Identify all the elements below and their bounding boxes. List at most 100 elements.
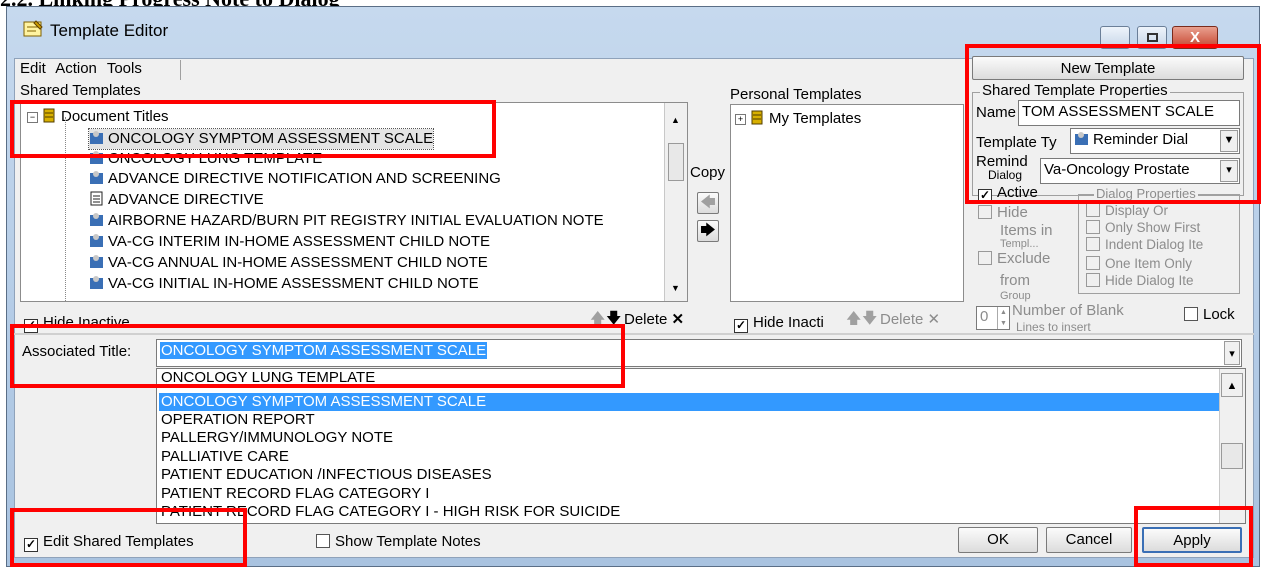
dropdown-option[interactable]: PATIENT RECORD FLAG CATEGORY I xyxy=(159,485,429,503)
checkbox-disabled-icon[interactable] xyxy=(978,251,992,265)
checkbox-checked-icon[interactable]: ✓ xyxy=(24,538,38,552)
dropdown-option[interactable]: OPERATION REPORT xyxy=(159,411,315,429)
checkbox-disabled-icon[interactable] xyxy=(1086,256,1100,270)
reminder-dialog-icon xyxy=(1074,131,1089,146)
menu-divider xyxy=(180,60,181,80)
tree-item-oncology-lung[interactable]: ONCOLOGY LUNG TEMPLATE xyxy=(89,149,322,169)
blank-lines-label-2: Lines to insert xyxy=(1016,320,1091,334)
personal-templates-tree[interactable]: + My Templates xyxy=(730,104,964,302)
dropdown-option[interactable]: PATIENT RECORD FLAG CATEGORY I - HIGH RI… xyxy=(159,503,620,521)
copy-label: Copy xyxy=(690,164,726,181)
checkbox-unchecked-icon[interactable] xyxy=(1184,307,1198,321)
active-checkbox[interactable]: ✓ Active xyxy=(978,184,1038,203)
personal-hide-inactive[interactable]: ✓ Hide Inacti xyxy=(734,314,824,333)
name-input[interactable]: TOM ASSESSMENT SCALE xyxy=(1018,100,1240,126)
checkbox-unchecked-icon[interactable] xyxy=(316,534,330,548)
shared-tree-scrollbar[interactable]: ▲ ▼ xyxy=(664,103,687,301)
blank-lines-spinner[interactable]: 0 ▲ ▼ xyxy=(976,306,1010,330)
close-button[interactable]: X xyxy=(1172,26,1218,49)
shared-hide-inactive[interactable]: ✓ Hide Inactive xyxy=(24,314,130,333)
chevron-down-icon[interactable]: ▼ xyxy=(1220,130,1238,152)
reminder-dialog-select[interactable]: Va-Oncology Prostate ▾ xyxy=(1040,158,1240,184)
dropdown-scrollbar[interactable]: ▲ xyxy=(1219,369,1245,523)
exclude-checkbox[interactable]: Exclude xyxy=(978,250,1050,267)
checkbox-disabled-icon[interactable] xyxy=(1086,220,1100,234)
restore-button[interactable] xyxy=(1137,26,1167,49)
tree-root-my-templates[interactable]: + My Templates xyxy=(735,109,861,129)
associated-title-select[interactable]: ONCOLOGY SYMPTOM ASSESSMENT SCALE ▾ xyxy=(156,339,1242,367)
tree-item-airborne-hazard[interactable]: AIRBORNE HAZARD/BURN PIT REGISTRY INITIA… xyxy=(89,211,604,231)
shared-templates-label: Shared Templates xyxy=(20,82,141,99)
chevron-down-icon[interactable]: ▾ xyxy=(1220,160,1238,182)
tree-item-oncology-symptom[interactable]: ONCOLOGY SYMPTOM ASSESSMENT SCALE xyxy=(87,128,435,150)
ok-button[interactable]: OK xyxy=(958,527,1038,553)
personal-delete-button[interactable]: Delete ✕ xyxy=(880,310,940,328)
tree-item-advance-directive-notification[interactable]: ADVANCE DIRECTIVE NOTIFICATION AND SCREE… xyxy=(89,169,501,189)
name-label: Name xyxy=(976,104,1017,121)
new-template-button[interactable]: New Template xyxy=(972,56,1244,80)
dropdown-option-selected[interactable]: ONCOLOGY SYMPTOM ASSESSMENT SCALE xyxy=(159,393,1221,411)
reminder-dialog-icon xyxy=(89,170,104,185)
dropdown-option[interactable]: PATIENT EDUCATION /INFECTIOUS DISEASES xyxy=(159,466,492,484)
scroll-thumb[interactable] xyxy=(668,143,684,181)
one-item-only-checkbox[interactable]: One Item Only xyxy=(1086,256,1192,271)
expand-icon[interactable]: + xyxy=(735,114,746,125)
dropdown-option[interactable]: ONCOLOGY LUNG TEMPLATE xyxy=(159,369,375,387)
cancel-button[interactable]: Cancel xyxy=(1046,527,1132,553)
scroll-up-icon[interactable]: ▲ xyxy=(1221,373,1243,397)
collapse-icon[interactable]: − xyxy=(27,112,38,123)
show-template-notes-checkbox[interactable]: Show Template Notes xyxy=(316,533,481,550)
menu-edit[interactable]: Edit xyxy=(20,60,46,77)
tree-item-advance-directive[interactable]: ADVANCE DIRECTIVE xyxy=(89,190,264,210)
copy-right-button[interactable]: 🡆 xyxy=(697,220,719,242)
tree-item-va-cg-initial[interactable]: VA-CG INITIAL IN-HOME ASSESSMENT CHILD N… xyxy=(89,274,479,294)
checkbox-disabled-icon[interactable] xyxy=(1086,273,1100,287)
scroll-down-icon[interactable]: ▼ xyxy=(671,283,680,293)
checkbox-disabled-icon[interactable] xyxy=(978,205,992,219)
shared-delete-button[interactable]: Delete ✕ xyxy=(624,310,684,328)
exclude-label-2: from xyxy=(1000,272,1030,289)
dropdown-option[interactable]: PALLIATIVE CARE xyxy=(159,448,289,466)
scroll-thumb[interactable] xyxy=(1221,443,1243,469)
edit-shared-templates-checkbox[interactable]: ✓ Edit Shared Templates xyxy=(24,533,194,552)
only-show-first-checkbox[interactable]: Only Show First xyxy=(1086,220,1200,235)
minimize-button[interactable] xyxy=(1100,26,1130,49)
delete-x-icon: ✕ xyxy=(671,311,685,328)
checkbox-checked-icon[interactable]: ✓ xyxy=(24,319,38,333)
drawer-icon xyxy=(750,110,765,125)
move-up-icon[interactable]: 🡅 xyxy=(590,308,605,333)
menu-bar: Edit Action Tools xyxy=(20,60,148,77)
shared-templates-tree[interactable]: − Document Titles ONCOLOGY SYMPTOM ASSESS… xyxy=(20,102,688,302)
exclude-label-3: Group xyxy=(1000,290,1031,302)
menu-action[interactable]: Action xyxy=(55,60,97,77)
tree-root-document-titles[interactable]: − Document Titles xyxy=(27,107,169,127)
copy-left-button[interactable]: 🡄 xyxy=(697,192,719,214)
dropdown-option[interactable]: PALLERGY/IMMUNOLOGY NOTE xyxy=(159,429,393,447)
indent-dialog-checkbox[interactable]: Indent Dialog Ite xyxy=(1086,237,1203,252)
window-title: Template Editor xyxy=(50,21,169,40)
checkbox-disabled-icon[interactable] xyxy=(1086,203,1100,217)
tree-item-va-cg-interim[interactable]: VA-CG INTERIM IN-HOME ASSESSMENT CHILD N… xyxy=(89,232,490,252)
template-type-select[interactable]: Reminder Dial ▼ xyxy=(1070,128,1240,154)
properties-group-label: Shared Template Properties xyxy=(980,82,1170,99)
personal-move-down-icon[interactable]: 🡇 xyxy=(862,308,877,333)
chevron-down-icon[interactable]: ▾ xyxy=(1224,341,1240,365)
hide-items-checkbox[interactable]: Hide xyxy=(978,204,1028,221)
scroll-up-icon[interactable]: ▲ xyxy=(671,115,680,125)
move-down-icon[interactable]: 🡇 xyxy=(606,308,621,333)
hide-dialog-items-checkbox[interactable]: Hide Dialog Ite xyxy=(1086,273,1194,288)
apply-button[interactable]: Apply xyxy=(1142,527,1242,553)
tree-item-va-cg-annual[interactable]: VA-CG ANNUAL IN-HOME ASSESSMENT CHILD NO… xyxy=(89,253,488,273)
spinner-arrows-icon[interactable]: ▲ ▼ xyxy=(997,307,1009,329)
personal-move-up-icon[interactable]: 🡅 xyxy=(846,308,861,333)
menu-tools[interactable]: Tools xyxy=(107,60,142,77)
lock-checkbox[interactable]: Lock xyxy=(1184,306,1235,323)
display-only-checkbox[interactable]: Display Or xyxy=(1086,203,1168,218)
personal-templates-label: Personal Templates xyxy=(730,86,862,103)
checkbox-checked-icon[interactable]: ✓ xyxy=(978,189,992,203)
tree-connector xyxy=(65,117,66,301)
checkbox-disabled-icon[interactable] xyxy=(1086,237,1100,251)
checkbox-checked-icon[interactable]: ✓ xyxy=(734,319,748,333)
associated-title-dropdown[interactable]: ONCOLOGY LUNG TEMPLATE ONCOLOGY SYMPTOM … xyxy=(156,368,1246,524)
splitter[interactable] xyxy=(14,333,1254,335)
